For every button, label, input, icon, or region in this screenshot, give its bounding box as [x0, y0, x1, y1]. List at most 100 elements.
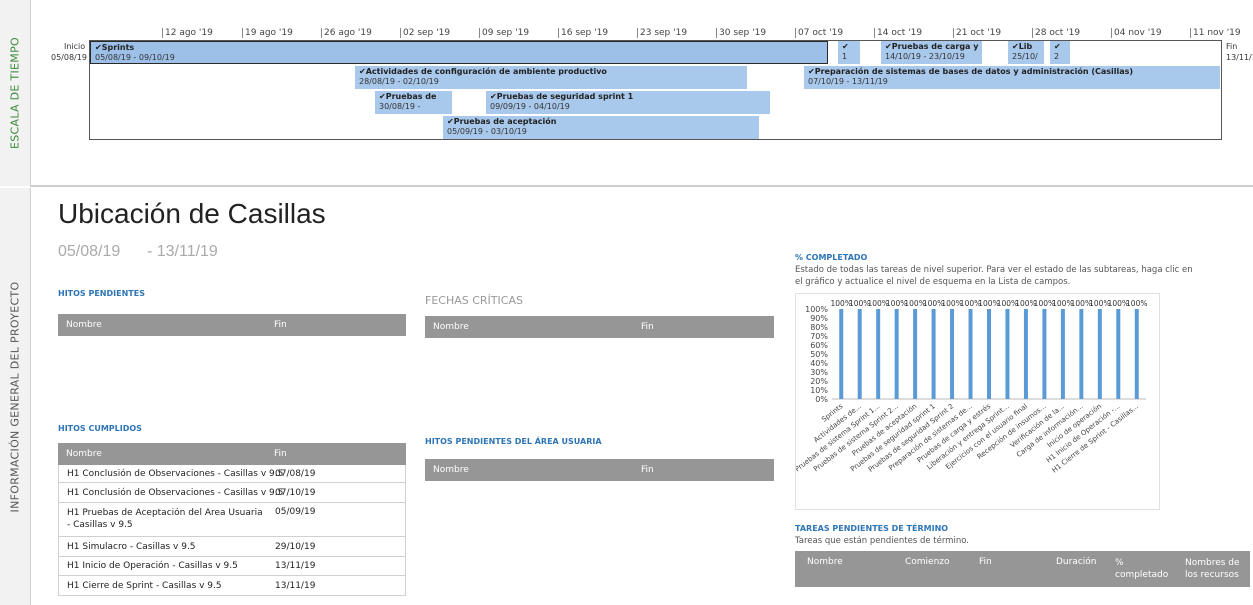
y-tick-label: 90%: [810, 314, 828, 323]
timeline-tick: 14 oct '19: [874, 28, 922, 38]
task-dates: 05/08/19 - 09/10/19: [95, 53, 175, 62]
chart-bar[interactable]: [987, 309, 991, 399]
tareas-pendientes-heading: TAREAS PENDIENTES DE TÉRMINO: [795, 524, 949, 533]
col-header-name: Nombre: [433, 465, 469, 475]
y-tick-label: 40%: [810, 359, 828, 368]
hitos-cumplidos-heading: HITOS CUMPLIDOS: [58, 424, 142, 433]
check-icon: ✔: [808, 67, 815, 76]
task-name: Pruebas de aceptación: [453, 117, 557, 126]
timeline-task-bar[interactable]: ✔Pruebas de aceptación 05/09/19 - 03/10/…: [443, 116, 759, 139]
fechas-criticas-table-header: Nombre Fin: [425, 316, 774, 338]
chart-bar[interactable]: [968, 309, 973, 399]
completado-heading: % COMPLETADO: [795, 253, 868, 262]
y-tick-label: 60%: [810, 341, 828, 350]
fechas-criticas-heading: FECHAS CRÍTICAS: [425, 294, 523, 307]
chart-bar[interactable]: [1042, 309, 1047, 399]
check-icon: ✔: [379, 92, 386, 101]
table-row[interactable]: H1 Pruebas de Aceptación del Area Usuari…: [58, 503, 406, 537]
y-tick-label: 10%: [810, 386, 828, 395]
col-header-end: Fin: [641, 465, 654, 475]
check-icon: ✔: [1012, 42, 1019, 51]
timeline-tick: 11 nov '19: [1190, 28, 1241, 38]
table-row[interactable]: H1 Inicio de Operación - Casillas v 9.5 …: [58, 557, 406, 576]
timeline-end-date: 13/11/1: [1226, 53, 1253, 62]
timeline-rail: ESCALA DE TIEMPO: [0, 0, 31, 186]
chart-bar[interactable]: [913, 309, 918, 399]
project-end-date: 13/11/19: [156, 243, 218, 260]
check-icon: ✔: [359, 67, 366, 76]
col-header-name: Nombre: [433, 322, 469, 332]
col-header-end: Fin: [979, 557, 992, 567]
timeline-task-bar[interactable]: ✔Sprints 05/08/19 - 09/10/19: [90, 41, 828, 64]
hitos-pendientes-heading: HITOS PENDIENTES: [58, 289, 145, 298]
row-end: 05/09/19: [275, 507, 316, 517]
project-start-date: 05/08/19: [58, 243, 121, 260]
timeline-rail-label: ESCALA DE TIEMPO: [8, 37, 22, 149]
row-end: 29/10/19: [275, 542, 316, 552]
tareas-pendientes-table-header: Nombre Comienzo Fin Duración % completad…: [795, 551, 1250, 587]
chart-bar[interactable]: [1005, 309, 1010, 399]
col-header-resources: Nombres de los recursos: [1185, 558, 1240, 580]
task-dates: 14/10/19 - 23/10/19: [885, 52, 965, 61]
chart-bar[interactable]: [950, 309, 955, 399]
completado-description: Estado de todas las tareas de nivel supe…: [795, 265, 1193, 287]
timeline-task-bar[interactable]: ✔Pruebas de carga y 14/10/19 - 23/10/19: [881, 41, 982, 64]
timeline-task-bar[interactable]: ✔ 1: [838, 41, 860, 64]
task-name: Actividades de configuración de ambiente…: [365, 67, 607, 76]
task-dates: 30/08/19 -: [379, 102, 421, 111]
timeline-task-bar[interactable]: ✔ 2: [1050, 41, 1070, 64]
hitos-usuaria-table-header: Nombre Fin: [425, 459, 774, 481]
task-name: Pruebas de: [385, 92, 437, 101]
y-tick-label: 50%: [810, 350, 828, 359]
chart-bar[interactable]: [1060, 309, 1065, 399]
completion-chart-svg: 0%10%20%30%40%50%60%70%80%90%100%100%Spr…: [794, 299, 1148, 475]
chart-bar[interactable]: [857, 309, 862, 399]
chart-bar[interactable]: [1023, 309, 1028, 399]
chart-bar[interactable]: [931, 309, 936, 399]
chart-bar[interactable]: [1134, 309, 1139, 399]
y-tick-label: 20%: [810, 377, 828, 386]
chart-bar[interactable]: [894, 309, 899, 399]
task-dates: 1: [842, 52, 848, 61]
timeline-end-label: Fin: [1226, 42, 1238, 51]
chart-bar[interactable]: [876, 309, 881, 399]
row-name: H1 Pruebas de Aceptación del Area Usuari…: [67, 508, 263, 530]
row-end: 13/11/19: [275, 581, 316, 591]
col-header-start: Comienzo: [905, 557, 950, 567]
timeline-tick: 19 ago '19: [242, 28, 293, 38]
check-icon: ✔: [447, 117, 454, 126]
timeline-task-bar[interactable]: ✔Pruebas de seguridad sprint 1 09/09/19 …: [486, 91, 770, 114]
task-dates: 2: [1054, 52, 1060, 61]
timeline-task-bar[interactable]: ✔Lib 25/10/: [1008, 41, 1044, 64]
table-row[interactable]: H1 Conclusión de Observaciones - Casilla…: [58, 465, 406, 483]
task-name: Sprints: [101, 43, 135, 52]
task-name: Lib: [1018, 42, 1033, 51]
timeline-tick: 30 sep '19: [716, 28, 766, 38]
chart-bar[interactable]: [839, 309, 844, 399]
table-row[interactable]: H1 Conclusión de Observaciones - Casilla…: [58, 483, 406, 503]
table-row[interactable]: H1 Cierre de Sprint - Casillas v 9.5 13/…: [58, 576, 406, 596]
completion-chart[interactable]: 0% 10% 20% 30% 40% 50% 60% 70% 80% 90% 100% 100% Spr…: [794, 293, 1160, 510]
hitos-cumplidos-table-header: Nombre Fin: [58, 443, 406, 465]
hitos-usuaria-heading: HITOS PENDIENTES DEL ÁREA USUARIA: [425, 437, 602, 446]
chart-bar[interactable]: [1097, 309, 1102, 399]
col-header-name: Nombre: [66, 320, 102, 330]
timeline-tick: 28 oct '19: [1032, 28, 1080, 38]
timeline-tick: 07 oct '19: [795, 28, 843, 38]
y-tick-label: 80%: [810, 323, 828, 332]
chart-bar[interactable]: [1116, 309, 1121, 399]
col-header-name: Nombre: [66, 449, 102, 459]
col-header-end: Fin: [274, 449, 287, 459]
check-icon: ✔: [842, 42, 849, 51]
table-row[interactable]: H1 Simulacro - Casillas v 9.5 29/10/19: [58, 537, 406, 557]
timeline-tick: 04 nov '19: [1111, 28, 1162, 38]
timeline-task-bar[interactable]: ✔Preparación de sistemas de bases de dat…: [804, 66, 1220, 89]
task-dates: 07/10/19 - 13/11/19: [808, 77, 888, 86]
chart-bar[interactable]: [1079, 309, 1084, 399]
timeline-tick: 26 ago '19: [321, 28, 372, 38]
timeline-task-bar[interactable]: ✔Actividades de configuración de ambient…: [355, 66, 747, 89]
timeline-tick: 21 oct '19: [953, 28, 1001, 38]
check-icon: ✔: [490, 92, 497, 101]
date-separator: -: [146, 243, 153, 260]
timeline-task-bar[interactable]: ✔Pruebas de 30/08/19 -: [375, 91, 452, 114]
